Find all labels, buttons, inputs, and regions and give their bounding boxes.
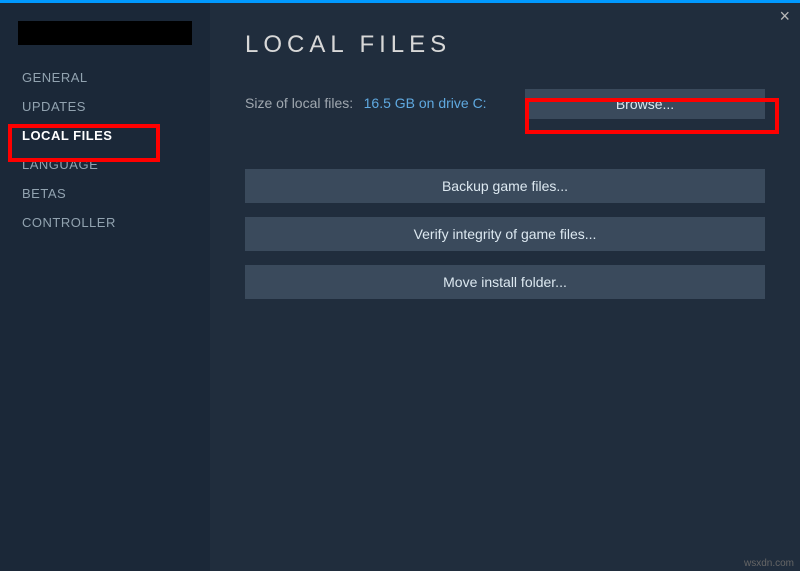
window-body: GENERAL UPDATES LOCAL FILES LANGUAGE BET… (0, 3, 800, 571)
browse-button[interactable]: Browse... (525, 89, 765, 119)
action-buttons: Backup game files... Verify integrity of… (245, 169, 765, 299)
main-panel: LOCAL FILES Size of local files: 16.5 GB… (210, 3, 800, 571)
watermark: wsxdn.com (744, 558, 794, 569)
sidebar-item-label: UPDATES (22, 99, 86, 114)
backup-game-files-button[interactable]: Backup game files... (245, 169, 765, 203)
sidebar-item-label: BETAS (22, 186, 66, 201)
sidebar-item-label: GENERAL (22, 70, 88, 85)
page-title: LOCAL FILES (245, 31, 765, 59)
sidebar-item-general[interactable]: GENERAL (0, 63, 210, 92)
sidebar-item-label: LOCAL FILES (22, 128, 112, 143)
sidebar-item-language[interactable]: LANGUAGE (0, 150, 210, 179)
sidebar-item-label: CONTROLLER (22, 215, 116, 230)
sidebar-list: GENERAL UPDATES LOCAL FILES LANGUAGE BET… (0, 63, 210, 237)
game-title-slot (18, 21, 192, 45)
sidebar-item-controller[interactable]: CONTROLLER (0, 208, 210, 237)
size-text: Size of local files: 16.5 GB on drive C: (245, 95, 487, 113)
local-size-row: Size of local files: 16.5 GB on drive C:… (245, 89, 765, 119)
move-install-folder-button[interactable]: Move install folder... (245, 265, 765, 299)
close-button[interactable]: × (779, 6, 790, 27)
sidebar-item-betas[interactable]: BETAS (0, 179, 210, 208)
size-label: Size of local files: (245, 95, 353, 111)
sidebar-item-updates[interactable]: UPDATES (0, 92, 210, 121)
browse-wrap: Browse... (525, 89, 765, 119)
size-value: 16.5 GB on drive C: (364, 95, 487, 111)
verify-integrity-button[interactable]: Verify integrity of game files... (245, 217, 765, 251)
sidebar-item-local-files[interactable]: LOCAL FILES (0, 121, 210, 150)
sidebar: GENERAL UPDATES LOCAL FILES LANGUAGE BET… (0, 3, 210, 571)
sidebar-item-label: LANGUAGE (22, 157, 98, 172)
